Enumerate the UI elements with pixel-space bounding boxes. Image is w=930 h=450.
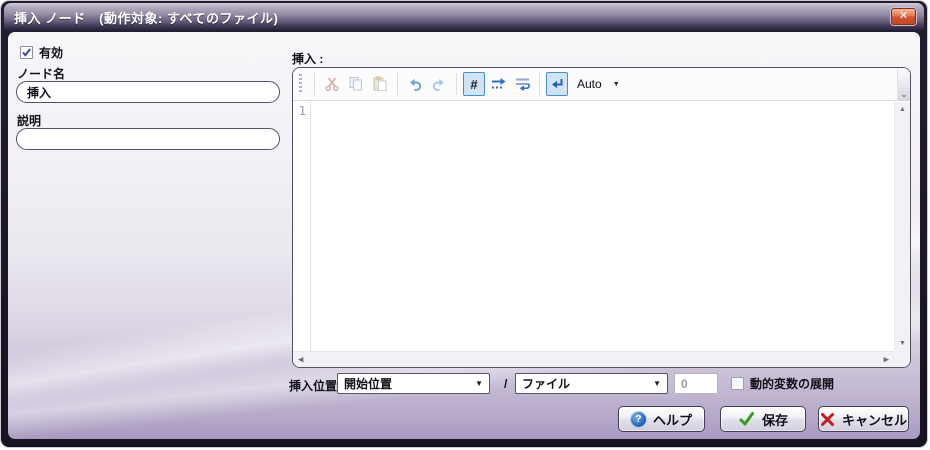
line-ending-toggle-button[interactable]: [546, 72, 568, 96]
dropdown-caret-icon: ▼: [653, 379, 661, 388]
save-button[interactable]: 保存: [720, 406, 806, 432]
dialog-content: 有効 ノード名 説明 挿入 :: [8, 32, 920, 439]
show-whitespace-button[interactable]: [487, 72, 509, 96]
dynamic-variable-checkbox-row: 動的変数の展開: [731, 375, 834, 392]
word-wrap-button[interactable]: [511, 72, 533, 96]
check-icon: [739, 412, 754, 426]
line-number: 1: [298, 104, 306, 118]
toolbar-separator: [397, 73, 398, 95]
toolbar-overflow-button[interactable]: ⌄: [897, 68, 910, 101]
auto-dropdown-caret-icon[interactable]: ▼: [613, 81, 620, 88]
undo-icon: [410, 78, 422, 91]
checkmark-icon: [22, 48, 31, 57]
cancel-button[interactable]: キャンセル: [818, 406, 909, 432]
editor-toolbar: # Auto ▼ ⌄: [293, 68, 910, 101]
scissors-icon: [325, 77, 339, 92]
return-arrow-icon: [552, 79, 563, 89]
toolbar-separator: [456, 73, 457, 95]
insert-node-dialog: 挿入 ノード (動作対象: すべてのファイル) ✕ 有効 ノード名 説明 挿入 …: [0, 0, 928, 448]
toolbar-separator: [314, 73, 315, 95]
chevron-down-icon: ⌄: [900, 89, 908, 99]
scroll-left-icon[interactable]: ◀: [298, 356, 303, 363]
enabled-label: 有効: [39, 46, 64, 60]
position-separator: /: [504, 377, 508, 391]
node-name-label: ノード名: [17, 67, 66, 81]
word-wrap-icon: [515, 78, 530, 91]
toolbar-grip[interactable]: [299, 74, 302, 94]
paste-button[interactable]: [369, 72, 391, 96]
scrollbar-corner: [894, 351, 910, 367]
dynamic-variable-checkbox[interactable]: [731, 377, 744, 390]
window-title: 挿入 ノード (動作対象: すべてのファイル): [14, 11, 279, 26]
line-number-gutter: 1: [293, 102, 311, 351]
insert-editor: # Auto ▼ ⌄ 1 ▲ ▼ ◀ ▶: [292, 67, 911, 368]
cancel-button-label: キャンセル: [841, 412, 907, 428]
paste-icon: [373, 76, 387, 91]
toolbar-separator: [539, 73, 540, 95]
insert-position-label: 挿入位置: [289, 379, 338, 393]
line-number-toggle-button[interactable]: #: [463, 72, 485, 96]
cut-button[interactable]: [321, 72, 343, 96]
x-icon: [820, 412, 834, 426]
hash-icon: #: [470, 76, 478, 92]
undo-button[interactable]: [404, 72, 426, 96]
scroll-right-icon[interactable]: ▶: [884, 356, 889, 363]
dropdown-caret-icon: ▼: [475, 379, 483, 388]
horizontal-scrollbar[interactable]: ◀ ▶: [293, 351, 894, 367]
help-icon: ?: [630, 411, 646, 427]
titlebar: 挿入 ノード (動作対象: すべてのファイル) ✕: [4, 3, 924, 31]
offset-input[interactable]: [674, 373, 718, 394]
editor-text-area[interactable]: [312, 102, 894, 351]
node-name-input[interactable]: [16, 81, 280, 103]
redo-button[interactable]: [428, 72, 450, 96]
scroll-up-icon[interactable]: ▲: [899, 106, 906, 113]
insert-position-value: 開始位置: [344, 377, 393, 391]
insert-position-select[interactable]: 開始位置 ▼: [337, 373, 490, 394]
save-button-label: 保存: [761, 412, 788, 428]
enabled-checkbox[interactable]: [20, 46, 33, 59]
help-button[interactable]: ? ヘルプ: [618, 406, 705, 432]
description-input[interactable]: [16, 128, 280, 150]
tab-arrow-icon: [491, 78, 505, 89]
vertical-scrollbar[interactable]: ▲ ▼: [894, 102, 910, 351]
insert-unit-select[interactable]: ファイル ▼: [515, 373, 668, 394]
redo-icon: [432, 78, 444, 91]
copy-icon: [349, 77, 362, 91]
description-label: 説明: [17, 114, 42, 128]
close-icon: ✕: [898, 10, 909, 22]
copy-button[interactable]: [345, 72, 367, 96]
insert-unit-value: ファイル: [522, 377, 571, 391]
scroll-down-icon[interactable]: ▼: [899, 340, 906, 347]
auto-mode-dropdown[interactable]: Auto: [577, 77, 602, 91]
dynamic-variable-label: 動的変数の展開: [750, 377, 835, 391]
insert-editor-label: 挿入 :: [292, 52, 324, 66]
close-button[interactable]: ✕: [891, 8, 916, 25]
enabled-checkbox-row: 有効: [20, 44, 63, 61]
help-button-label: ヘルプ: [652, 412, 692, 428]
